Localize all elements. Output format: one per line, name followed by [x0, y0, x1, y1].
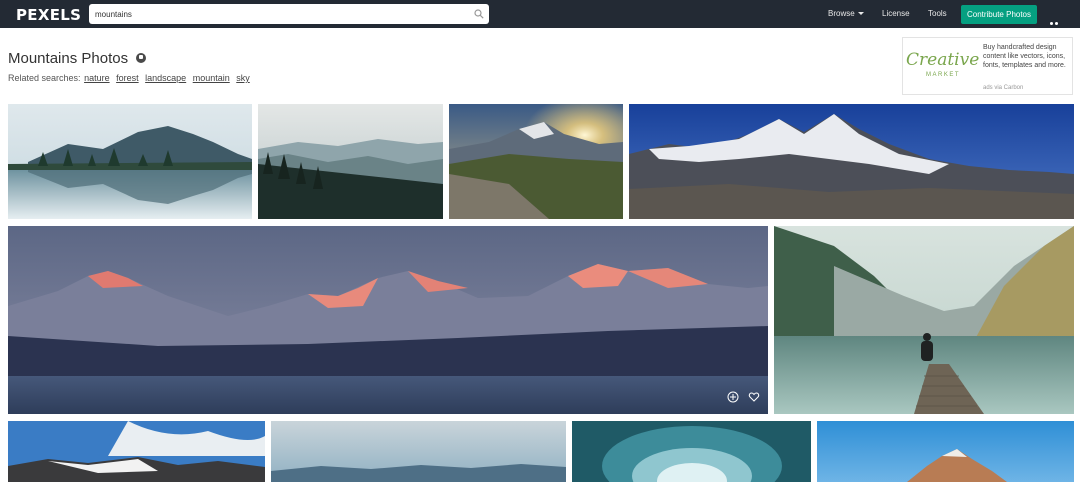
photo-card[interactable]: [8, 226, 768, 414]
related-searches-label: Related searches:: [8, 73, 81, 83]
related-link-sky[interactable]: sky: [236, 73, 250, 83]
chevron-down-icon: [857, 12, 864, 16]
related-searches: Related searches: nature forest landscap…: [8, 73, 250, 83]
contribute-photos-button[interactable]: Contribute Photos: [961, 5, 1037, 24]
photo-snow-peaks-clouds: [8, 421, 265, 482]
nav-license[interactable]: License: [882, 0, 910, 28]
ad-text[interactable]: Buy handcrafted design content like vect…: [983, 43, 1071, 70]
nav-tools[interactable]: Tools: [928, 0, 947, 28]
photo-sunset-peaks: [449, 104, 623, 219]
add-to-collection-icon[interactable]: [727, 391, 739, 403]
top-navigation-bar: PEXELS Browse License Tools Contribute P…: [0, 0, 1080, 43]
photo-card[interactable]: [449, 104, 623, 219]
more-options-icon[interactable]: [1050, 12, 1064, 43]
photo-card[interactable]: [8, 421, 265, 482]
photo-misty-forest: [258, 104, 443, 219]
photo-card[interactable]: [258, 104, 443, 219]
photo-card[interactable]: [572, 421, 811, 482]
nav-browse[interactable]: Browse: [828, 0, 864, 28]
page-title: Mountains Photos: [8, 50, 129, 67]
photo-rocky-peak: [817, 421, 1074, 482]
carbon-ad[interactable]: Creative MARKET Buy handcrafted design c…: [902, 37, 1073, 95]
photo-pier-lake: [774, 226, 1074, 414]
photo-actions: [722, 390, 760, 408]
photo-hazy-mountains: [271, 421, 566, 482]
related-link-landscape[interactable]: landscape: [145, 73, 186, 83]
photo-card[interactable]: [271, 421, 566, 482]
ad-logo-main: Creative: [906, 50, 980, 70]
creative-market-logo[interactable]: Creative MARKET: [906, 48, 980, 84]
heart-icon[interactable]: [748, 391, 760, 403]
photo-card[interactable]: [8, 104, 252, 219]
search-box[interactable]: [89, 4, 489, 24]
photo-snowy-range: [629, 104, 1074, 219]
photo-ice-cave: [572, 421, 811, 482]
photo-mountain-lake-reflection: [8, 104, 252, 219]
search-input[interactable]: [89, 4, 469, 24]
related-link-nature[interactable]: nature: [84, 73, 110, 83]
related-link-mountain[interactable]: mountain: [193, 73, 230, 83]
pexels-logo[interactable]: PEXELS: [16, 6, 81, 24]
photo-card[interactable]: [817, 421, 1074, 482]
photo-card[interactable]: [629, 104, 1074, 219]
photo-alpenglow-lake: [8, 226, 768, 414]
ad-via-label[interactable]: ads via Carbon: [983, 85, 1023, 91]
photo-card[interactable]: [774, 226, 1074, 414]
ad-logo-sub: MARKET: [926, 72, 961, 78]
related-link-forest[interactable]: forest: [116, 73, 139, 83]
info-icon[interactable]: [136, 53, 146, 63]
search-icon[interactable]: [474, 9, 484, 19]
nav-browse-label: Browse: [828, 9, 855, 18]
